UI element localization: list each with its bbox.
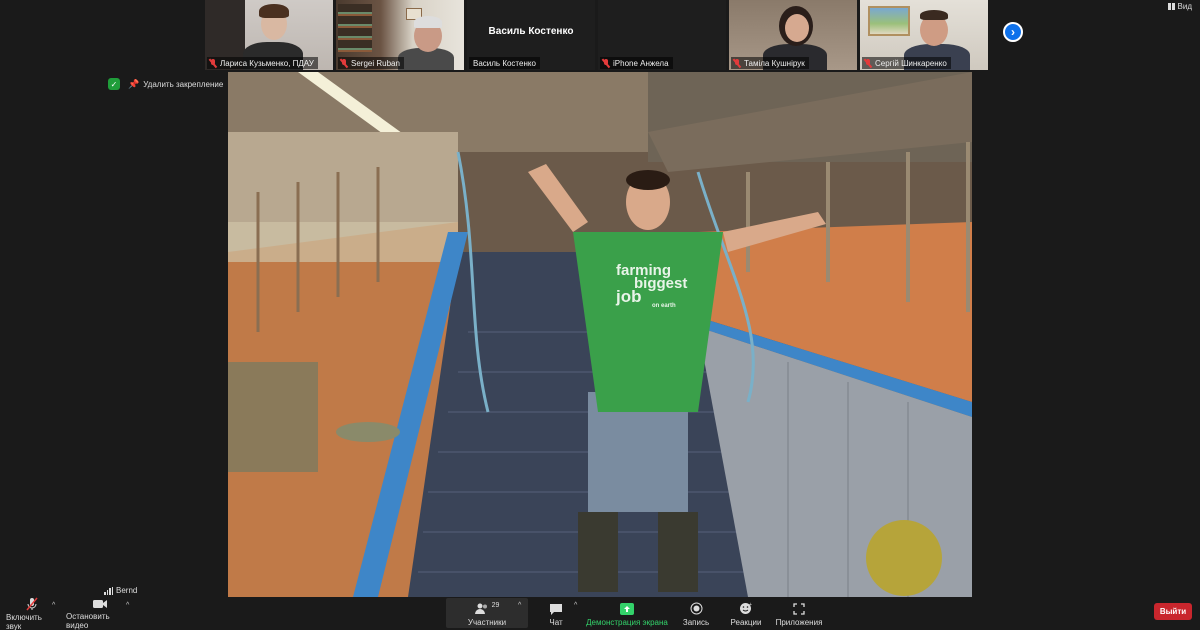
- participant-nameplate: Лариса Кузьменко, ПДАУ: [207, 57, 318, 69]
- zoom-meeting-window: Лариса Кузьменко, ПДАУ Sergei Ruban Васи…: [0, 0, 1200, 630]
- unmute-label: Включить звук: [6, 613, 42, 630]
- participants-options-caret[interactable]: ^: [518, 602, 521, 609]
- participant-center-name: Василь Костенко: [488, 26, 574, 37]
- video-camera-icon: [92, 598, 108, 610]
- stop-video-label: Остановить видео: [66, 612, 110, 630]
- audio-options-caret[interactable]: ^: [52, 602, 55, 609]
- participant-tile[interactable]: Сергій Шинкаренко: [860, 0, 988, 70]
- video-frame: [228, 72, 972, 597]
- reactions-button[interactable]: + Реакции: [728, 598, 764, 630]
- mic-muted-icon: [864, 58, 872, 68]
- shirt-print: farming biggest job on earth: [616, 263, 716, 310]
- unpin-button[interactable]: Удалить закрепление: [143, 80, 223, 89]
- chevron-right-icon[interactable]: ›: [1003, 22, 1023, 42]
- share-screen-icon: [620, 602, 634, 616]
- participant-name: Василь Костенко: [473, 58, 536, 68]
- record-label: Запись: [682, 617, 710, 627]
- leave-meeting-button[interactable]: Выйти: [1154, 603, 1192, 620]
- meeting-toolbar: Включить звук ^ Остановить видео ^ 29 Уч…: [0, 597, 1200, 630]
- active-speaker-label: Bernd: [104, 586, 137, 595]
- participants-button[interactable]: 29 Участники: [462, 598, 512, 630]
- shield-icon[interactable]: ✓: [108, 78, 120, 90]
- participant-nameplate: Василь Костенко: [469, 57, 540, 69]
- participant-nameplate: iPhone Анжела: [600, 57, 673, 69]
- mic-muted-icon: [733, 58, 741, 68]
- participant-name: Сергій Шинкаренко: [875, 58, 947, 68]
- participants-label: Участники: [467, 617, 507, 627]
- svg-text:+: +: [749, 602, 752, 608]
- smiley-icon: +: [739, 602, 753, 616]
- participant-tile[interactable]: Таміла Кушнірук: [729, 0, 857, 70]
- unpin-bar: ✓ 📌 Удалить закрепление: [108, 78, 223, 90]
- mic-muted-icon: [25, 597, 39, 611]
- stop-video-button[interactable]: Остановить видео: [66, 598, 134, 630]
- participants-icon: 29: [474, 602, 500, 616]
- grid-icon: [1167, 3, 1175, 10]
- signal-icon: [104, 586, 113, 595]
- view-label: Вид: [1177, 2, 1192, 11]
- pin-icon: 📌: [128, 78, 140, 89]
- gallery-strip: Лариса Кузьменко, ПДАУ Sergei Ruban Васи…: [205, 0, 988, 70]
- participant-tile[interactable]: iPhone Анжела: [598, 0, 726, 70]
- reactions-label: Реакции: [730, 617, 762, 627]
- participant-tile[interactable]: Лариса Кузьменко, ПДАУ: [205, 0, 333, 70]
- participant-tile[interactable]: Sergei Ruban: [336, 0, 464, 70]
- mic-muted-icon: [602, 58, 610, 68]
- share-screen-button[interactable]: Демонстрация экрана: [584, 598, 670, 630]
- mic-muted-icon: [209, 58, 217, 68]
- participant-nameplate: Таміла Кушнірук: [731, 57, 809, 69]
- participant-nameplate: Сергій Шинкаренко: [862, 57, 951, 69]
- view-button[interactable]: Вид: [1167, 2, 1192, 11]
- apps-label: Приложения: [775, 617, 823, 627]
- unmute-button[interactable]: Включить звук: [6, 597, 58, 630]
- record-icon: [690, 602, 703, 616]
- apps-icon: [793, 602, 805, 616]
- chat-button[interactable]: Чат: [540, 598, 572, 630]
- chat-label: Чат: [549, 617, 563, 627]
- participant-name: iPhone Анжела: [613, 58, 669, 68]
- chat-options-caret[interactable]: ^: [574, 602, 577, 609]
- pinned-video: farming biggest job on earth: [228, 72, 972, 597]
- record-button[interactable]: Запись: [680, 598, 712, 630]
- participant-name: Лариса Кузьменко, ПДАУ: [220, 58, 314, 68]
- participant-name: Таміла Кушнірук: [744, 58, 805, 68]
- speaker-name: Bernd: [116, 586, 138, 595]
- participants-count: 29: [491, 602, 500, 609]
- apps-button[interactable]: Приложения: [774, 598, 824, 630]
- participant-name: Sergei Ruban: [351, 58, 400, 68]
- participant-nameplate: Sergei Ruban: [338, 57, 404, 69]
- mic-muted-icon: [340, 58, 348, 68]
- video-options-caret[interactable]: ^: [126, 602, 129, 609]
- chat-bubble-icon: [549, 602, 563, 616]
- participant-tile[interactable]: Василь Костенко Василь Костенко: [467, 0, 595, 70]
- share-screen-label: Демонстрация экрана: [586, 617, 668, 627]
